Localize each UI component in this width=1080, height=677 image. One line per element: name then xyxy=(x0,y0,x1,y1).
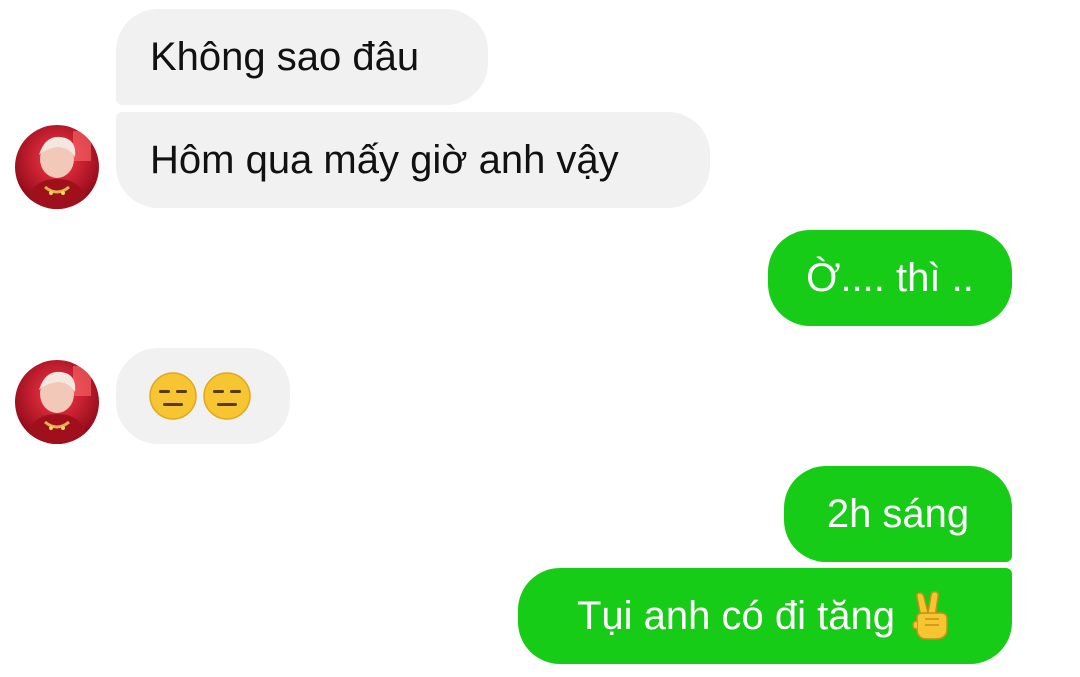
outgoing-message[interactable]: 2h sáng xyxy=(784,466,1012,562)
message-text: Tụi anh có đi tăng xyxy=(577,594,895,638)
message-text: Hôm qua mấy giờ anh vậy xyxy=(150,138,619,182)
message-text: Ờ.... thì .. xyxy=(806,256,974,300)
contact-avatar[interactable] xyxy=(15,125,99,209)
message-text: 2h sáng xyxy=(826,492,970,536)
outgoing-message[interactable]: Tụi anh có đi tăng xyxy=(518,568,1012,664)
incoming-message[interactable]: Không sao đâu xyxy=(116,9,488,105)
contact-avatar[interactable] xyxy=(15,360,99,444)
outgoing-message[interactable]: Ờ.... thì .. xyxy=(768,230,1012,326)
expressionless-face-icon xyxy=(148,371,198,421)
victory-hand-icon xyxy=(909,591,953,641)
chat-thread: Không sao đâu Hôm qua mấy giờ anh vậy Ờ.… xyxy=(0,0,1080,677)
message-text: Không sao đâu xyxy=(150,35,420,79)
expressionless-face-icon xyxy=(202,371,252,421)
incoming-emoji-message[interactable] xyxy=(116,348,290,444)
incoming-message[interactable]: Hôm qua mấy giờ anh vậy xyxy=(116,112,710,208)
